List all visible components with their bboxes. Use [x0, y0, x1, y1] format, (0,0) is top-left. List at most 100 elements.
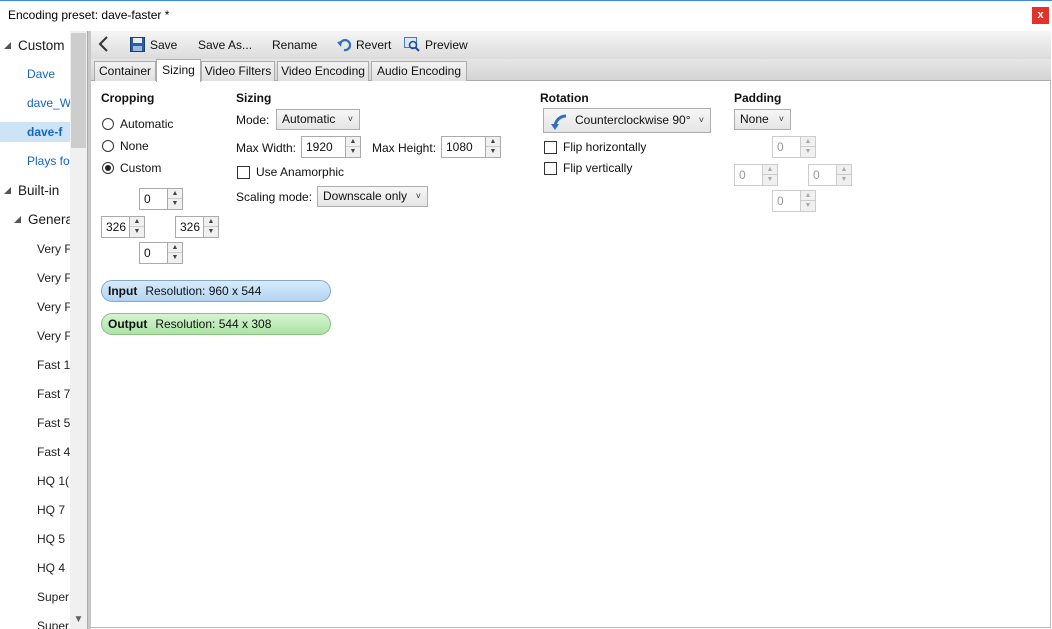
flip-vertically-label: Flip vertically — [563, 161, 633, 175]
max-height-input[interactable] — [441, 136, 486, 158]
padding-right-spinner[interactable]: ▲ ▼ — [836, 164, 852, 186]
spin-down-icon[interactable]: ▼ — [486, 147, 500, 157]
crop-right-stepper[interactable]: ▲▼ — [175, 216, 220, 238]
expand-caret-icon[interactable] — [4, 187, 11, 194]
spin-down-icon[interactable]: ▼ — [801, 201, 815, 211]
flip-horizontally-checkbox[interactable] — [544, 141, 557, 154]
mode-dropdown[interactable]: Automatic ˅ — [276, 109, 360, 130]
tree-item[interactable]: HQ 5 — [37, 529, 65, 549]
max-width-input[interactable] — [301, 136, 346, 158]
padding-left-stepper[interactable]: ▲▼ — [734, 164, 779, 186]
rename-button[interactable]: Rename — [272, 37, 317, 55]
spin-up-icon[interactable]: ▲ — [168, 243, 182, 253]
padding-right-input[interactable] — [808, 164, 837, 186]
padding-dropdown[interactable]: None ˅ — [734, 109, 791, 130]
flip-vertically-checkbox[interactable] — [544, 162, 557, 175]
spin-down-icon[interactable]: ▼ — [168, 199, 182, 209]
tree-item[interactable]: HQ 1( — [37, 471, 69, 491]
tree-item[interactable]: Very F — [37, 326, 70, 346]
tree-item[interactable]: Fast 4 — [37, 442, 70, 462]
tree-item[interactable]: Very F — [37, 239, 70, 259]
spin-down-icon[interactable]: ▼ — [204, 227, 218, 237]
crop-top-spinner[interactable]: ▲ ▼ — [167, 188, 183, 210]
tree-item-dave-faster[interactable]: dave-f — [0, 122, 70, 142]
padding-bottom-spinner[interactable]: ▲ ▼ — [800, 190, 816, 212]
max-height-spinner[interactable]: ▲ ▼ — [485, 136, 501, 158]
spin-down-icon[interactable]: ▼ — [168, 253, 182, 263]
scaling-mode-dropdown[interactable]: Downscale only ˅ — [317, 186, 428, 207]
spin-up-icon[interactable]: ▲ — [130, 217, 144, 227]
tree-item[interactable]: HQ 7 — [37, 500, 65, 520]
tree-item[interactable]: Very F — [37, 297, 70, 317]
spin-down-icon[interactable]: ▼ — [346, 147, 360, 157]
crop-left-input[interactable] — [101, 216, 130, 238]
spin-up-icon[interactable]: ▲ — [801, 137, 815, 147]
crop-right-spinner[interactable]: ▲ ▼ — [203, 216, 219, 238]
crop-automatic-radio[interactable] — [102, 118, 114, 130]
spin-up-icon[interactable]: ▲ — [168, 189, 182, 199]
tree-item[interactable]: Super — [37, 587, 69, 607]
tree-node-general[interactable]: Genera — [14, 210, 70, 230]
spin-up-icon[interactable]: ▲ — [346, 137, 360, 147]
chevron-down-icon: ˅ — [347, 114, 353, 124]
expand-caret-icon[interactable] — [14, 216, 21, 223]
spin-down-icon[interactable]: ▼ — [801, 147, 815, 157]
crop-bottom-input[interactable] — [139, 242, 168, 264]
padding-right-stepper[interactable]: ▲▼ — [808, 164, 853, 186]
tree-item[interactable]: Fast 5 — [37, 413, 70, 433]
tree-item-dave-w[interactable]: dave_W — [27, 93, 70, 113]
crop-top-stepper[interactable]: ▲▼ — [139, 188, 184, 210]
crop-left-stepper[interactable]: ▲▼ — [101, 216, 146, 238]
preview-button[interactable]: Preview — [404, 37, 468, 55]
tab-audio-encoding[interactable]: Audio Encoding — [371, 61, 467, 81]
save-button[interactable]: Save — [130, 37, 177, 55]
max-width-stepper[interactable]: ▲▼ — [301, 136, 362, 158]
back-button[interactable] — [98, 35, 110, 53]
scrollbar-thumb[interactable] — [71, 33, 86, 148]
close-button[interactable]: x — [1032, 7, 1049, 24]
tab-video-filters[interactable]: Video Filters — [201, 61, 275, 81]
spin-up-icon[interactable]: ▲ — [801, 191, 815, 201]
spin-up-icon[interactable]: ▲ — [486, 137, 500, 147]
scroll-down-icon[interactable]: ▼ — [70, 612, 87, 627]
tree-node-built-in[interactable]: Built-in — [4, 181, 59, 201]
tab-video-encoding[interactable]: Video Encoding — [277, 61, 369, 81]
spin-up-icon[interactable]: ▲ — [837, 165, 851, 175]
revert-button[interactable]: Revert — [337, 37, 391, 55]
crop-bottom-spinner[interactable]: ▲ ▼ — [167, 242, 183, 264]
padding-top-spinner[interactable]: ▲ ▼ — [800, 136, 816, 158]
padding-bottom-input[interactable] — [772, 190, 801, 212]
crop-top-input[interactable] — [139, 188, 168, 210]
tree-item-plays-for[interactable]: Plays fo — [27, 151, 70, 171]
tree-item[interactable]: Fast 7 — [37, 384, 70, 404]
spin-down-icon[interactable]: ▼ — [763, 175, 777, 185]
padding-bottom-stepper[interactable]: ▲▼ — [772, 190, 817, 212]
crop-custom-radio[interactable] — [102, 162, 114, 174]
crop-right-input[interactable] — [175, 216, 204, 238]
tree-node-custom[interactable]: Custom — [4, 36, 65, 56]
spin-down-icon[interactable]: ▼ — [130, 227, 144, 237]
padding-top-stepper[interactable]: ▲▼ — [772, 136, 817, 158]
max-height-stepper[interactable]: ▲▼ — [441, 136, 502, 158]
expand-caret-icon[interactable] — [4, 42, 11, 49]
max-width-spinner[interactable]: ▲ ▼ — [345, 136, 361, 158]
tab-container[interactable]: Container — [94, 61, 156, 81]
padding-top-input[interactable] — [772, 136, 801, 158]
padding-left-input[interactable] — [734, 164, 763, 186]
rotation-dropdown[interactable]: Counterclockwise 90° ˅ — [543, 108, 711, 133]
spin-down-icon[interactable]: ▼ — [837, 175, 851, 185]
tree-item[interactable]: Super — [37, 616, 69, 629]
crop-left-spinner[interactable]: ▲ ▼ — [129, 216, 145, 238]
tree-item[interactable]: Fast 1 — [37, 355, 70, 375]
save-as-button[interactable]: Save As... — [198, 37, 252, 55]
tree-item[interactable]: HQ 4 — [37, 558, 65, 578]
padding-left-spinner[interactable]: ▲ ▼ — [762, 164, 778, 186]
tree-item-dave[interactable]: Dave — [27, 64, 55, 84]
spin-up-icon[interactable]: ▲ — [204, 217, 218, 227]
tab-sizing[interactable]: Sizing — [156, 59, 201, 82]
tree-item[interactable]: Very F — [37, 268, 70, 288]
crop-none-radio[interactable] — [102, 140, 114, 152]
crop-bottom-stepper[interactable]: ▲▼ — [139, 242, 184, 264]
use-anamorphic-checkbox[interactable] — [237, 166, 250, 179]
spin-up-icon[interactable]: ▲ — [763, 165, 777, 175]
